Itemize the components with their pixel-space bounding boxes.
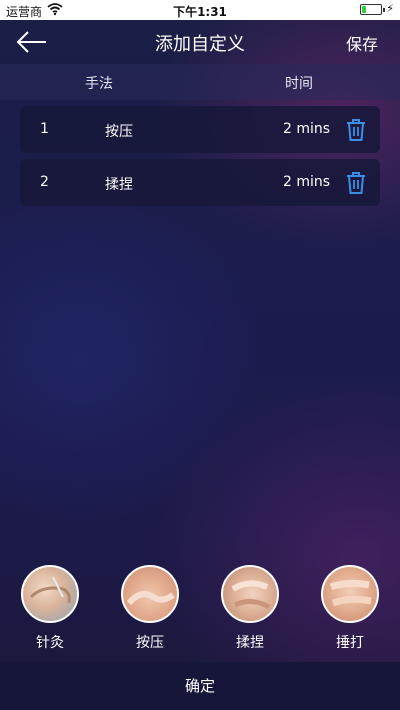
table-row: 1 按压 2 mins bbox=[20, 106, 380, 153]
status-time: 下午1:31 bbox=[173, 5, 227, 19]
technique-picker: 针灸 按压 揉捏 捶打 bbox=[0, 565, 400, 655]
knead-photo bbox=[221, 565, 279, 623]
technique-column-header: 手法 bbox=[85, 76, 113, 92]
press-photo bbox=[121, 565, 179, 623]
table-row: 2 揉捏 2 mins bbox=[20, 159, 380, 206]
trash-icon[interactable] bbox=[345, 118, 367, 142]
page-title: 添加自定义 bbox=[155, 34, 245, 55]
row-duration: 2 mins bbox=[283, 174, 331, 190]
row-technique: 揉捏 bbox=[105, 177, 133, 193]
technique-label: 揉捏 bbox=[236, 635, 264, 651]
technique-press[interactable]: 按压 bbox=[118, 565, 182, 652]
row-index: 1 bbox=[40, 121, 49, 137]
technique-label: 捶打 bbox=[336, 635, 364, 651]
save-button[interactable]: 保存 bbox=[346, 31, 378, 55]
technique-pound[interactable]: 捶打 bbox=[318, 565, 382, 652]
technique-knead[interactable]: 揉捏 bbox=[218, 565, 282, 652]
charging-icon: ⚡ bbox=[386, 2, 394, 15]
table-header: 手法 时间 bbox=[0, 64, 400, 100]
technique-acupuncture[interactable]: 针灸 bbox=[18, 565, 82, 652]
pound-photo bbox=[321, 565, 379, 623]
row-index: 2 bbox=[40, 174, 49, 190]
technique-label: 按压 bbox=[136, 635, 164, 651]
status-bar: 运营商 下午1:31 ⚡ bbox=[0, 0, 400, 20]
acupuncture-photo bbox=[21, 565, 79, 623]
technique-label: 针灸 bbox=[36, 635, 64, 651]
trash-icon[interactable] bbox=[345, 171, 367, 195]
row-duration: 2 mins bbox=[283, 121, 331, 137]
confirm-button[interactable]: 确定 bbox=[0, 662, 400, 710]
nav-bar: 添加自定义 保存 bbox=[0, 20, 400, 64]
battery-icon bbox=[360, 4, 385, 15]
row-technique: 按压 bbox=[105, 124, 133, 140]
time-column-header: 时间 bbox=[285, 76, 313, 92]
